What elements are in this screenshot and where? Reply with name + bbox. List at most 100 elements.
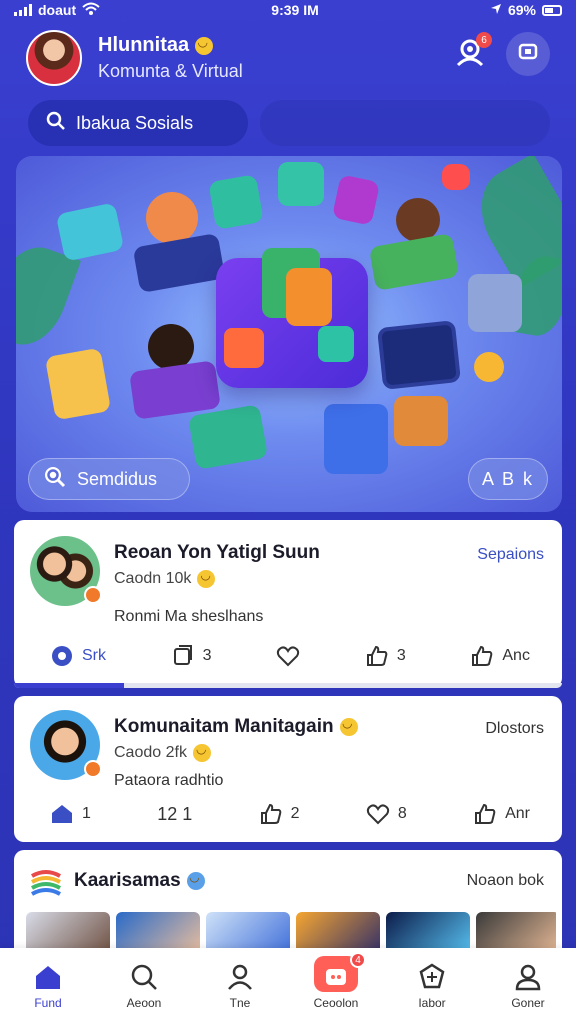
hero-search-label: Semdidus bbox=[77, 468, 158, 489]
cube-decoration bbox=[286, 268, 332, 326]
post-meta-text: Caodn 10k bbox=[114, 570, 192, 587]
nav-label: Fund bbox=[34, 996, 62, 1010]
share-action[interactable]: 3 bbox=[171, 644, 212, 668]
bottom-nav: Fund Aeoon Tne 4 Ceoolon Iabor Goner bbox=[0, 948, 576, 1024]
heart-eyes-emoji-icon bbox=[192, 742, 211, 762]
profile-icon bbox=[515, 964, 541, 991]
wifi-icon bbox=[82, 2, 100, 19]
nav-label: Iabor bbox=[418, 996, 446, 1010]
signal-icon bbox=[14, 4, 32, 16]
desk-sticker bbox=[132, 232, 226, 294]
comment-action[interactable]: Srk bbox=[50, 644, 106, 668]
gallery-title: Kaarisamas bbox=[74, 870, 205, 892]
like-action[interactable]: 8 bbox=[366, 802, 407, 826]
rainbow-icon bbox=[30, 868, 62, 901]
messages-button[interactable] bbox=[506, 32, 550, 76]
desk-sticker bbox=[129, 360, 221, 420]
nav-label: Goner bbox=[511, 996, 545, 1010]
header-text: Hlunnitaa Komunta & Virtual bbox=[98, 34, 243, 82]
globe-emoji-icon bbox=[186, 870, 205, 890]
header: Hlunnitaa Komunta & Virtual 6 bbox=[26, 30, 550, 86]
post-card[interactable]: Reoan Yon Yatigl Suun Caodn 10k Sepaions… bbox=[14, 520, 562, 688]
post-avatar[interactable] bbox=[30, 710, 102, 780]
share-action[interactable]: 2 bbox=[259, 802, 300, 826]
copy-icon bbox=[173, 645, 192, 665]
post-link[interactable]: Sepaions bbox=[477, 546, 544, 564]
nav-item-profile[interactable]: Goner bbox=[488, 962, 568, 1010]
post-body: Pataora radhtio bbox=[114, 772, 224, 789]
notifications-button[interactable]: 6 bbox=[448, 32, 492, 76]
smile-emoji-icon bbox=[195, 35, 214, 55]
post-meta: Caodo 2fk bbox=[114, 742, 211, 762]
nav-item-people[interactable]: Tne bbox=[200, 962, 280, 1010]
sticker-card bbox=[187, 404, 269, 470]
cube-decoration bbox=[224, 328, 264, 368]
sticker-card bbox=[208, 174, 264, 230]
hero-search-button[interactable]: Semdidus bbox=[28, 458, 190, 500]
status-time: 9:39 IM bbox=[271, 2, 319, 18]
heart-icon bbox=[366, 804, 389, 825]
thumbs-up-count: 3 bbox=[396, 647, 406, 664]
post-title: Komunaitam Manitagain bbox=[114, 716, 358, 738]
nav-label: Tne bbox=[229, 996, 251, 1010]
nav-item-home[interactable]: Fund bbox=[8, 962, 88, 1010]
post-actions: 1 12 1 2 8 Anr bbox=[50, 802, 530, 826]
create-icon bbox=[326, 969, 346, 985]
page-subtitle: Komunta & Virtual bbox=[98, 61, 243, 81]
post-body: Ronmi Ma sheslhans bbox=[114, 608, 264, 625]
avatar-figure bbox=[146, 192, 198, 244]
post-avatar[interactable] bbox=[30, 536, 102, 606]
smile-emoji-icon bbox=[339, 716, 358, 736]
search-input[interactable]: Ibakua Sosials bbox=[76, 113, 193, 134]
like-action[interactable] bbox=[276, 644, 300, 668]
avatar[interactable] bbox=[26, 30, 82, 86]
home-icon bbox=[36, 966, 60, 989]
chat-icon bbox=[517, 41, 539, 68]
battery-percent: 69% bbox=[507, 2, 536, 18]
gallery-card[interactable]: Kaarisamas Noaon bok bbox=[14, 850, 562, 960]
thumbs-up-action[interactable]: 3 bbox=[365, 644, 406, 668]
nav-item-search[interactable]: Aeoon bbox=[104, 962, 184, 1010]
bag-sticker bbox=[324, 404, 388, 474]
home-action[interactable]: 1 bbox=[50, 802, 91, 826]
hero-filter-button[interactable]: A B k bbox=[468, 458, 548, 500]
bag-sticker bbox=[394, 396, 448, 446]
post-progress-bar bbox=[14, 683, 562, 688]
post-title-text: Reoan Yon Yatigl Suun bbox=[114, 542, 320, 563]
react-action[interactable]: Anc bbox=[470, 644, 530, 668]
like-count: 8 bbox=[397, 805, 407, 822]
views-action[interactable]: 12 1 bbox=[157, 804, 192, 825]
verified-badge-icon bbox=[84, 760, 102, 778]
post-meta: Caodn 10k bbox=[114, 568, 216, 588]
person-icon bbox=[228, 964, 252, 990]
header-title-row: Hlunnitaa bbox=[98, 34, 243, 57]
tablet-sticker bbox=[376, 320, 462, 390]
post-meta-text: Caodo 2fk bbox=[114, 744, 187, 761]
views-count: 12 1 bbox=[157, 803, 193, 824]
hero-filter-label: A B k bbox=[481, 468, 535, 489]
share-count: 2 bbox=[290, 805, 300, 822]
sticker-card bbox=[55, 202, 125, 262]
react-label: Anc bbox=[502, 647, 530, 664]
sticker-card bbox=[442, 164, 470, 190]
cube-decoration bbox=[318, 326, 354, 362]
location-icon bbox=[490, 2, 502, 18]
react-action[interactable]: Anr bbox=[473, 802, 530, 826]
notification-badge: 6 bbox=[476, 32, 492, 48]
gallery-link[interactable]: Noaon bok bbox=[467, 872, 544, 890]
hero-banner[interactable]: Semdidus A B k bbox=[16, 156, 562, 512]
sticker-card bbox=[468, 274, 522, 332]
search-extension bbox=[260, 100, 550, 146]
create-badge: 4 bbox=[350, 952, 366, 968]
sun-sticker bbox=[474, 352, 504, 382]
search-bar[interactable]: Ibakua Sosials bbox=[28, 100, 248, 146]
status-left: doaut bbox=[14, 2, 100, 19]
carrier-label: doaut bbox=[38, 2, 77, 18]
nav-item-create[interactable]: 4 Ceoolon bbox=[296, 952, 376, 1010]
status-bar: doaut 9:39 IM 69% bbox=[0, 0, 576, 20]
verified-badge-icon bbox=[84, 586, 102, 604]
nav-item-explore[interactable]: Iabor bbox=[392, 962, 472, 1010]
battery-icon bbox=[541, 4, 562, 16]
post-link[interactable]: Dlostors bbox=[485, 720, 544, 738]
post-card[interactable]: Komunaitam Manitagain Caodo 2fk Dlostors… bbox=[14, 696, 562, 842]
